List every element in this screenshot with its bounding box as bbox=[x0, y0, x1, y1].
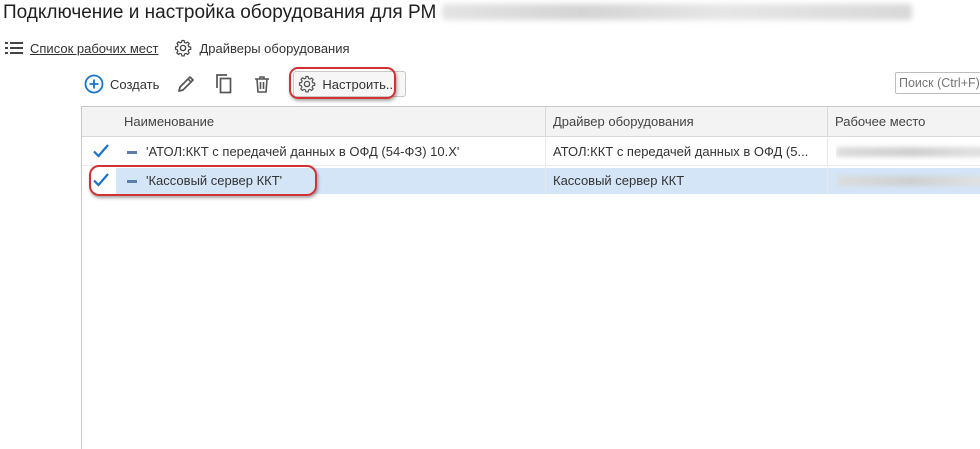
configure-label: Настроить... bbox=[322, 76, 397, 92]
plus-circle-icon bbox=[84, 74, 104, 94]
workplaces-list-link[interactable]: Список рабочих мест bbox=[5, 41, 158, 56]
equipment-drivers-link[interactable]: Драйверы оборудования bbox=[174, 39, 350, 57]
equipment-drivers-label: Драйверы оборудования bbox=[199, 40, 350, 56]
row-workplace bbox=[836, 138, 980, 166]
minus-icon bbox=[127, 151, 137, 154]
blurred-workplace-name bbox=[442, 4, 913, 20]
gear-icon bbox=[175, 39, 192, 57]
create-button[interactable]: Создать bbox=[84, 70, 159, 98]
window-title-text: Подключение и настройка оборудования для… bbox=[3, 2, 437, 23]
row-driver: Кассовый сервер ККТ bbox=[553, 173, 685, 188]
row-name: 'АТОЛ:ККТ с передачей данных в ОФД (54-Ф… bbox=[146, 144, 460, 159]
configure-button[interactable]: Настроить... bbox=[293, 71, 406, 97]
table-header: Наименование Драйвер оборудования Рабоче… bbox=[82, 107, 980, 137]
row-driver: АТОЛ:ККТ с передачей данных в ОФД (5... bbox=[553, 144, 809, 159]
table-row[interactable]: 'АТОЛ:ККТ с передачей данных в ОФД (54-Ф… bbox=[82, 138, 980, 166]
edit-button[interactable] bbox=[175, 73, 197, 95]
cell-divider bbox=[545, 167, 546, 195]
table-row-selected[interactable]: 'Кассовый сервер ККТ' Кассовый сервер КК… bbox=[82, 167, 980, 195]
equipment-table: Наименование Драйвер оборудования Рабоче… bbox=[81, 106, 980, 449]
search-input[interactable] bbox=[895, 72, 980, 94]
cell-divider bbox=[545, 138, 546, 166]
copy-button[interactable] bbox=[213, 73, 235, 95]
list-icon bbox=[5, 42, 23, 54]
row-workplace bbox=[836, 167, 980, 195]
column-header-driver[interactable]: Драйвер оборудования bbox=[545, 107, 694, 137]
minus-icon bbox=[127, 180, 137, 183]
cell-divider bbox=[827, 138, 828, 166]
window-title: Подключение и настройка оборудования для… bbox=[3, 2, 913, 24]
trash-icon bbox=[255, 76, 270, 93]
blurred-workplace bbox=[836, 176, 980, 186]
cell-divider bbox=[827, 167, 828, 195]
gear-icon bbox=[299, 75, 316, 93]
copy-icon bbox=[216, 74, 232, 94]
pencil-icon bbox=[178, 76, 195, 92]
create-label: Создать bbox=[110, 76, 160, 92]
column-header-name[interactable]: Наименование bbox=[116, 107, 214, 137]
blurred-workplace bbox=[836, 147, 980, 157]
check-icon bbox=[93, 144, 109, 158]
row-name: 'Кассовый сервер ККТ' bbox=[146, 173, 283, 188]
navigation-bar: Список рабочих мест Драйверы оборудовани… bbox=[5, 38, 350, 58]
toolbar: Создать Настроить... bbox=[84, 68, 406, 100]
delete-button[interactable] bbox=[251, 73, 273, 95]
workplaces-list-label: Список рабочих мест bbox=[30, 40, 159, 56]
column-header-workplace[interactable]: Рабочее место bbox=[827, 107, 925, 137]
check-icon bbox=[93, 173, 109, 187]
